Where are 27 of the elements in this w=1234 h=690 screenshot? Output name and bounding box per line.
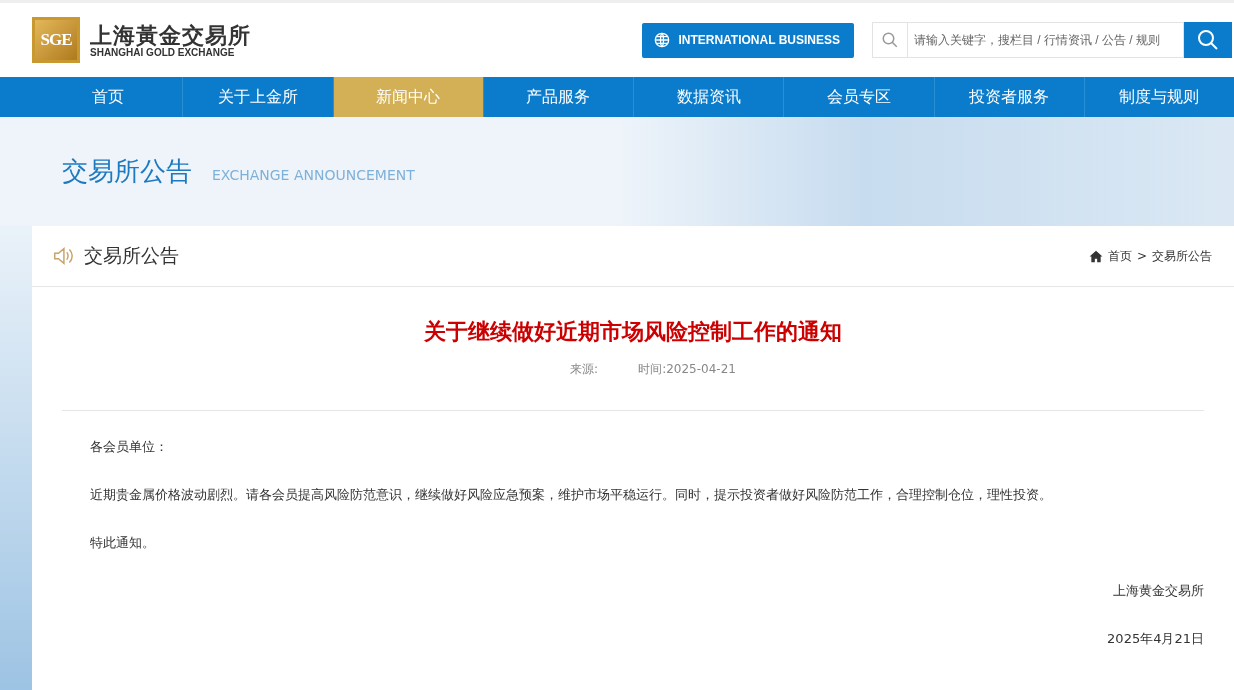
search-icon — [881, 31, 899, 49]
nav-tab[interactable]: 首页 — [32, 77, 183, 117]
speaker-icon — [52, 245, 74, 267]
paragraph: 各会员单位： — [90, 438, 169, 456]
banner-title: 交易所公告 — [62, 155, 192, 188]
breadcrumb-link[interactable]: 首页 — [1107, 247, 1132, 265]
publish-time: 时间:2025-04-21 — [638, 361, 736, 378]
signature: 2025年4月21日 — [1106, 630, 1204, 648]
source-label: 来源: — [570, 361, 599, 378]
search-button[interactable] — [1184, 22, 1232, 58]
signature: 上海黄金交易所 — [1112, 582, 1204, 600]
logo[interactable]: SGE 上海黃金交易所 SHANGHAI GOLD EXCHANGE — [32, 17, 251, 63]
section-title: 交易所公告 — [84, 243, 180, 268]
paragraph: 近期贵金属价格波动剧烈。请各会员提高风险防范意识，继续做好风险应急预案，维护市场平稳运行。同时，提示投资者做好风险防范工作，合理控制仓位，理性投资。 — [90, 486, 1053, 504]
globe-icon — [654, 32, 671, 48]
logo-subtitle: SHANGHAI GOLD EXCHANGE — [90, 46, 236, 58]
logo-mark: SGE — [32, 17, 80, 63]
logo-name: 上海黃金交易所 — [90, 22, 251, 47]
home-icon — [1088, 249, 1103, 263]
search-icon — [1196, 28, 1220, 52]
article-title: 关于继续做好近期市场风险控制工作的通知 — [423, 318, 843, 346]
breadcrumb-link[interactable]: 交易所公告 — [1152, 247, 1212, 265]
international-business-button[interactable]: INTERNATIONAL BUSINESS — [642, 22, 854, 58]
banner-subtitle: EXCHANGE ANNOUNCEMENT — [212, 166, 415, 183]
paragraph: 特此通知。 — [90, 534, 156, 552]
search-field[interactable]: 请输入关键字，搜栏目 / 行情资讯 / 公告 / 规则 — [907, 22, 1184, 58]
breadcrumb-separator: > — [1136, 249, 1147, 263]
